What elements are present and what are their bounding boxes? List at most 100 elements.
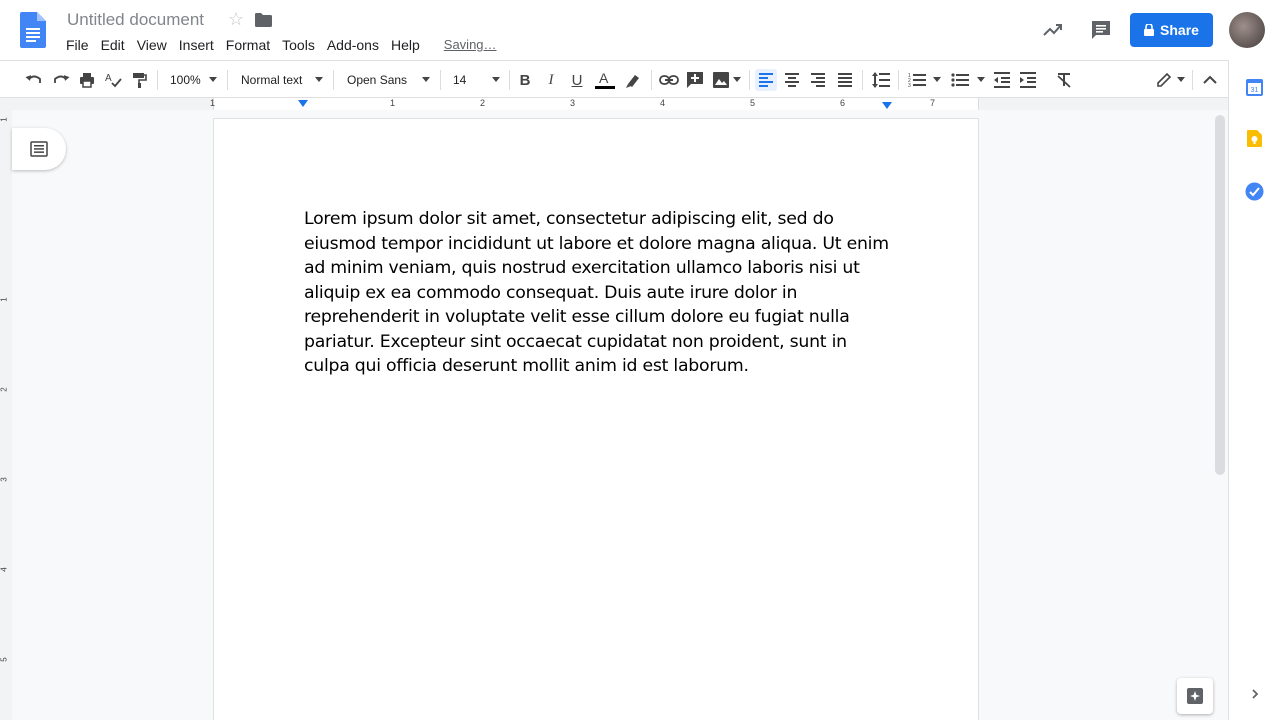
ruler-label: 6 [840,98,846,108]
bulleted-list-icon[interactable] [950,69,970,91]
insert-comment-icon[interactable] [685,69,705,91]
menu-view[interactable]: View [131,37,173,55]
chevron-down-icon[interactable] [1177,77,1185,82]
app-header: Untitled document ☆ File Edit View Inser… [0,0,1280,60]
ruler-label: 4 [660,98,666,108]
editing-mode-icon[interactable] [1153,69,1175,91]
chevron-down-icon[interactable] [977,77,985,82]
calendar-icon[interactable]: 31 [1246,79,1263,96]
docs-logo-icon[interactable] [20,12,46,48]
collapse-icon[interactable] [1200,69,1220,91]
font-family-select[interactable]: Open Sans [347,69,417,91]
print-icon[interactable] [77,69,97,91]
ruler-label: 4 [0,567,9,572]
chevron-down-icon[interactable] [933,77,941,82]
line-spacing-icon[interactable] [871,69,891,91]
folder-icon[interactable] [255,13,272,27]
highlight-icon[interactable] [623,69,643,91]
bold-icon[interactable]: B [515,69,535,91]
clear-formatting-icon[interactable] [1054,69,1074,91]
toolbar-divider [440,70,441,90]
menu-bar: File Edit View Insert Format Tools Add-o… [60,37,503,55]
ruler-label: 3 [0,477,9,482]
paragraph-style-select[interactable]: Normal text [241,69,311,91]
document-page[interactable]: Lorem ipsum dolor sit amet, consectetur … [213,118,979,720]
font-size-select[interactable]: 14 [453,69,483,91]
chevron-right-icon[interactable] [1250,688,1260,700]
menu-addons[interactable]: Add-ons [321,37,385,55]
svg-text:A: A [599,70,609,86]
svg-text:3: 3 [908,83,911,88]
document-title[interactable]: Untitled document [67,10,204,30]
toolbar-divider [1192,70,1193,90]
undo-icon[interactable] [24,69,44,91]
ruler-page-area [213,98,979,110]
avatar[interactable] [1229,12,1265,48]
menu-file[interactable]: File [60,37,95,55]
zoom-select[interactable]: 100% [170,69,201,91]
toolbar-divider [651,70,652,90]
svg-text:A: A [105,73,112,84]
right-indent-marker[interactable] [882,102,892,109]
text-color-icon[interactable]: A [593,69,617,91]
image-icon[interactable] [711,69,731,91]
spellcheck-icon[interactable]: A [103,69,123,91]
menu-edit[interactable]: Edit [95,37,131,55]
tasks-icon[interactable] [1245,182,1264,201]
menu-help[interactable]: Help [385,37,426,55]
explore-button[interactable] [1177,678,1213,714]
vertical-scrollbar[interactable] [1215,115,1225,475]
activity-trend-icon[interactable] [1042,18,1064,40]
numbered-list-icon[interactable]: 123 [907,69,927,91]
menu-tools[interactable]: Tools [276,37,321,55]
align-center-icon[interactable] [782,69,802,91]
horizontal-ruler[interactable]: 1 1 2 3 4 5 6 7 [0,98,1228,110]
decrease-indent-icon[interactable] [992,69,1012,91]
redo-icon[interactable] [51,69,71,91]
toolbar-divider [862,70,863,90]
outline-icon [30,141,48,157]
ruler-label: 2 [0,387,9,392]
outline-button[interactable] [12,128,66,170]
ruler-label: 2 [480,98,486,108]
paint-format-icon[interactable] [129,69,149,91]
left-indent-marker[interactable] [298,100,308,107]
toolbar-divider [227,70,228,90]
saving-status[interactable]: Saving… [438,37,503,55]
justify-icon[interactable] [835,69,855,91]
chevron-down-icon[interactable] [315,77,323,82]
ruler-label: 7 [930,98,936,108]
chevron-down-icon[interactable] [733,77,741,82]
ruler-label: 5 [0,657,9,662]
share-label: Share [1160,22,1199,38]
star-icon[interactable]: ☆ [228,9,244,30]
toolbar-divider [333,70,334,90]
increase-indent-icon[interactable] [1018,69,1038,91]
toolbar-divider [157,70,158,90]
align-left-icon[interactable] [755,69,777,91]
ruler-label: 3 [570,98,576,108]
underline-icon[interactable]: U [567,69,587,91]
menu-insert[interactable]: Insert [173,37,220,55]
chevron-down-icon[interactable] [492,77,500,82]
document-body[interactable]: Lorem ipsum dolor sit amet, consectetur … [304,207,889,379]
menu-format[interactable]: Format [220,37,276,55]
align-right-icon[interactable] [808,69,828,91]
lock-icon [1144,24,1155,36]
share-button[interactable]: Share [1130,13,1213,47]
explore-icon [1187,688,1203,704]
keep-icon[interactable] [1247,130,1262,147]
side-panel: 31 [1228,60,1280,720]
italic-icon[interactable]: I [541,69,561,91]
vertical-ruler[interactable]: 1 1 2 3 4 5 [0,110,12,720]
calendar-day: 31 [1251,87,1259,94]
toolbar-divider [749,70,750,90]
ruler-label: 1 [0,297,9,302]
ruler-label: 5 [750,98,756,108]
toolbar: A 100% Normal text Open Sans 14 B I U A [0,60,1228,98]
chevron-down-icon[interactable] [422,77,430,82]
chevron-down-icon[interactable] [209,77,217,82]
link-icon[interactable] [658,69,680,91]
comment-icon[interactable] [1090,19,1112,41]
ruler-label: 1 [0,117,9,122]
